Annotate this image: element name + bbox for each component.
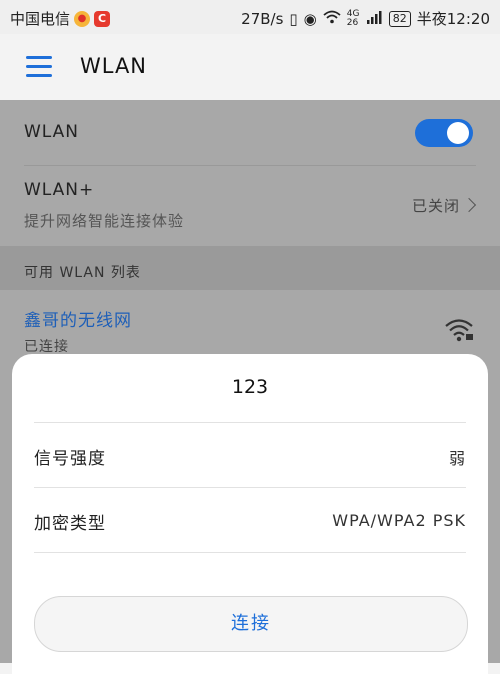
vibrate-icon: ▯ <box>289 9 298 28</box>
chevron-right-icon <box>461 197 477 213</box>
wlan-plus-subtitle: 提升网络智能连接体验 <box>24 212 185 230</box>
network-name[interactable]: 鑫哥的无线网 <box>24 306 132 331</box>
wlan-plus-status: 已关闭 <box>411 197 460 215</box>
wlan-plus-title: WLAN+ <box>24 180 95 200</box>
carrier-label: 中国电信 <box>10 10 71 28</box>
weibo-icon: ● <box>74 10 91 27</box>
signal-strength-label: 信号强度 <box>34 449 106 469</box>
battery-icon: 82 <box>388 10 411 27</box>
security-type-value: WPA/WPA2 PSK <box>332 511 466 530</box>
app-bar: WLAN <box>0 34 500 100</box>
wlan-toggle-label: WLAN <box>24 122 80 142</box>
connect-button[interactable]: 连接 <box>34 596 468 652</box>
security-type-label: 加密类型 <box>34 514 106 534</box>
wlan-plus-row[interactable]: WLAN+ 提升网络智能连接体验 已关闭 <box>0 166 500 246</box>
network-status: 已连接 <box>24 339 69 355</box>
network-type: 4G 26 <box>346 8 360 28</box>
status-bar: 中国电信 ● C 27B/s ▯ ◉ 4G 26 82 半夜12:20 <box>0 0 500 34</box>
page-title: WLAN <box>80 54 148 78</box>
divider <box>34 487 466 488</box>
eye-icon: ◉ <box>303 9 317 28</box>
clock: 半夜12:20 <box>416 10 490 28</box>
net-speed: 27B/s <box>241 9 284 28</box>
signal-bars-icon <box>366 10 383 28</box>
wlan-switch[interactable] <box>415 119 473 147</box>
divider <box>34 552 466 553</box>
section-title: 可用 WLAN 列表 <box>24 265 141 281</box>
app-c-icon: C <box>94 10 111 27</box>
menu-icon[interactable] <box>26 56 52 78</box>
divider <box>34 422 466 423</box>
sheet-title: 123 <box>231 376 269 398</box>
wifi-status-icon <box>323 10 341 28</box>
wifi-lock-icon <box>444 318 474 346</box>
wlan-toggle-row[interactable]: WLAN <box>0 100 500 166</box>
signal-strength-value: 弱 <box>448 449 466 468</box>
network-detail-sheet: 123 信号强度 弱 加密类型 WPA/WPA2 PSK 连接 <box>12 354 488 674</box>
section-header: 可用 WLAN 列表 <box>0 246 500 290</box>
